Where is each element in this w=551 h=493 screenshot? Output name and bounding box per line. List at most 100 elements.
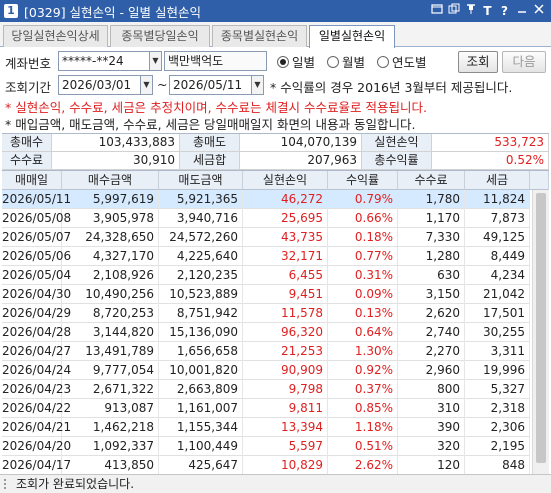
cell-tax: 848: [465, 456, 530, 474]
cell-date: 2026/04/21: [2, 418, 71, 437]
table-row[interactable]: 2026/04/28 3,144,820 15,136,090 96,320 0.64%…: [2, 323, 530, 342]
copy-icon[interactable]: [445, 2, 462, 20]
cell-fee: 630: [398, 266, 465, 285]
cell-date: 2026/04/29: [2, 304, 71, 323]
account-label: 계좌번호: [5, 56, 52, 71]
col-header-realized[interactable]: 실현손익: [243, 171, 328, 190]
cell-buy-amount: 9,777,054: [62, 361, 159, 380]
cell-date: 2026/05/04: [2, 266, 71, 285]
cell-buy-amount: 24,328,650: [62, 228, 159, 247]
table-row[interactable]: 2026/05/07 24,328,650 24,572,260 43,735 0.18…: [2, 228, 530, 247]
cell-realized: 13,394: [243, 418, 328, 437]
cell-tax: 21,042: [465, 285, 530, 304]
pin-icon[interactable]: [462, 2, 479, 20]
query-button[interactable]: 조회: [458, 51, 498, 73]
table-row[interactable]: 2026/04/23 2,671,322 2,663,809 9,798 0.37% 80…: [2, 380, 530, 399]
calendar-dropdown-icon[interactable]: ▼: [251, 75, 264, 95]
total-return-value: 0.52%: [432, 152, 549, 170]
window-icon[interactable]: [428, 2, 445, 20]
end-date-field[interactable]: 2026/05/11: [169, 75, 252, 95]
cell-buy-amount: 3,905,978: [62, 209, 159, 228]
table-row[interactable]: 2026/05/11 5,997,619 5,921,365 46,272 0.79% 1…: [2, 190, 530, 209]
cell-sell-amount: 2,120,235: [159, 266, 243, 285]
query-form: 계좌번호 *****-**24 ▼ 백만백억도 일별 월별 연도별 조회 다음 …: [0, 48, 551, 132]
cell-date: 2026/04/22: [2, 399, 71, 418]
radio-daily-label: 일별: [292, 55, 316, 70]
col-header-tax[interactable]: 세금: [465, 171, 530, 190]
account-name-field: 백만백억도: [164, 51, 267, 71]
cell-return: 0.51%: [328, 437, 398, 456]
cell-sell-amount: 5,921,365: [159, 190, 243, 209]
table-row[interactable]: 2026/04/22 913,087 1,161,007 9,811 0.85% 310 2…: [2, 399, 530, 418]
table-row[interactable]: 2026/04/29 8,720,253 8,751,942 11,578 0.13% 2…: [2, 304, 530, 323]
col-header-fee[interactable]: 수수료: [398, 171, 465, 190]
cell-fee: 2,960: [398, 361, 465, 380]
cell-tax: 3,311: [465, 342, 530, 361]
vertical-scrollbar[interactable]: [532, 190, 549, 474]
account-number-select[interactable]: *****-**24: [58, 51, 150, 71]
cell-realized: 9,798: [243, 380, 328, 399]
notice-same-as-journal: * 매입금액, 매도금액, 수수료, 세금은 당일매매일지 화면의 내용과 동일…: [5, 117, 416, 132]
table-row[interactable]: 2026/04/24 9,777,054 10,001,820 90,909 0.92%…: [2, 361, 530, 380]
cell-fee: 1,280: [398, 247, 465, 266]
grip-icon: [4, 479, 10, 489]
table-row[interactable]: 2026/05/04 2,108,926 2,120,235 6,455 0.31% 63…: [2, 266, 530, 285]
cell-realized: 9,451: [243, 285, 328, 304]
col-header-buy-amount[interactable]: 매수금액: [62, 171, 159, 190]
cell-return: 0.31%: [328, 266, 398, 285]
status-bar: 조회가 완료되었습니다.: [0, 474, 551, 493]
help-icon[interactable]: ?: [496, 2, 513, 20]
cell-date: 2026/04/17: [2, 456, 71, 474]
start-date-field[interactable]: 2026/03/01: [58, 75, 141, 95]
tab-daily-realized[interactable]: 일별실현손익: [309, 25, 395, 48]
cell-sell-amount: 1,656,658: [159, 342, 243, 361]
cell-date: 2026/04/27: [2, 342, 71, 361]
cell-tax: 49,125: [465, 228, 530, 247]
tab-by-stock-realized[interactable]: 종목별실현손익: [212, 25, 307, 47]
table-row[interactable]: 2026/04/21 1,462,218 1,155,344 13,394 1.18% 3…: [2, 418, 530, 437]
cell-date: 2026/04/24: [2, 361, 71, 380]
realized-label: 실현손익: [362, 134, 432, 152]
cell-tax: 2,318: [465, 399, 530, 418]
radio-yearly[interactable]: 연도별: [377, 52, 427, 71]
cell-fee: 1,780: [398, 190, 465, 209]
table-row[interactable]: 2026/05/08 3,905,978 3,940,716 25,695 0.66% 1…: [2, 209, 530, 228]
total-buy-label: 총매수: [2, 134, 52, 152]
cell-date: 2026/05/11: [2, 190, 71, 209]
table-row[interactable]: 2026/04/20 1,092,337 1,100,449 5,597 0.51% 32…: [2, 437, 530, 456]
font-icon[interactable]: T: [479, 2, 496, 20]
cell-fee: 800: [398, 380, 465, 399]
cell-buy-amount: 413,850: [62, 456, 159, 474]
cell-sell-amount: 10,001,820: [159, 361, 243, 380]
cell-date: 2026/05/08: [2, 209, 71, 228]
cell-fee: 3,150: [398, 285, 465, 304]
cell-return: 0.09%: [328, 285, 398, 304]
tax-value: 207,963: [240, 152, 362, 170]
col-header-sell-amount[interactable]: 매도금액: [159, 171, 243, 190]
cell-date: 2026/05/06: [2, 247, 71, 266]
tab-by-stock-today[interactable]: 종목별당일손익: [110, 25, 210, 47]
radio-monthly[interactable]: 월별: [327, 52, 365, 71]
calendar-dropdown-icon[interactable]: ▼: [140, 75, 153, 95]
cell-tax: 11,824: [465, 190, 530, 209]
next-button[interactable]: 다음: [502, 51, 546, 73]
table-row[interactable]: 2026/05/06 4,327,170 4,225,640 32,171 0.77% 1…: [2, 247, 530, 266]
cell-buy-amount: 4,327,170: [62, 247, 159, 266]
scrollbar-thumb[interactable]: [536, 193, 546, 463]
close-icon[interactable]: [530, 2, 547, 20]
table-row[interactable]: 2026/04/17 413,850 425,647 10,829 2.62% 120 84…: [2, 456, 530, 474]
cell-fee: 120: [398, 456, 465, 474]
cell-return: 0.37%: [328, 380, 398, 399]
minimize-icon[interactable]: [513, 2, 530, 20]
radio-daily[interactable]: 일별: [277, 52, 315, 71]
col-header-return[interactable]: 수익률: [328, 171, 398, 190]
col-header-date[interactable]: 매매일: [2, 171, 62, 190]
cell-date: 2026/05/07: [2, 228, 71, 247]
cell-fee: 2,270: [398, 342, 465, 361]
range-separator: ~: [157, 77, 168, 92]
table-row[interactable]: 2026/04/30 10,490,256 10,523,889 9,451 0.09%…: [2, 285, 530, 304]
table-row[interactable]: 2026/04/27 13,491,789 1,656,658 21,253 1.30%…: [2, 342, 530, 361]
cell-fee: 310: [398, 399, 465, 418]
chevron-down-icon[interactable]: ▼: [149, 51, 162, 71]
tab-daily-realized-detail[interactable]: 당일실현손익상세: [3, 25, 108, 47]
